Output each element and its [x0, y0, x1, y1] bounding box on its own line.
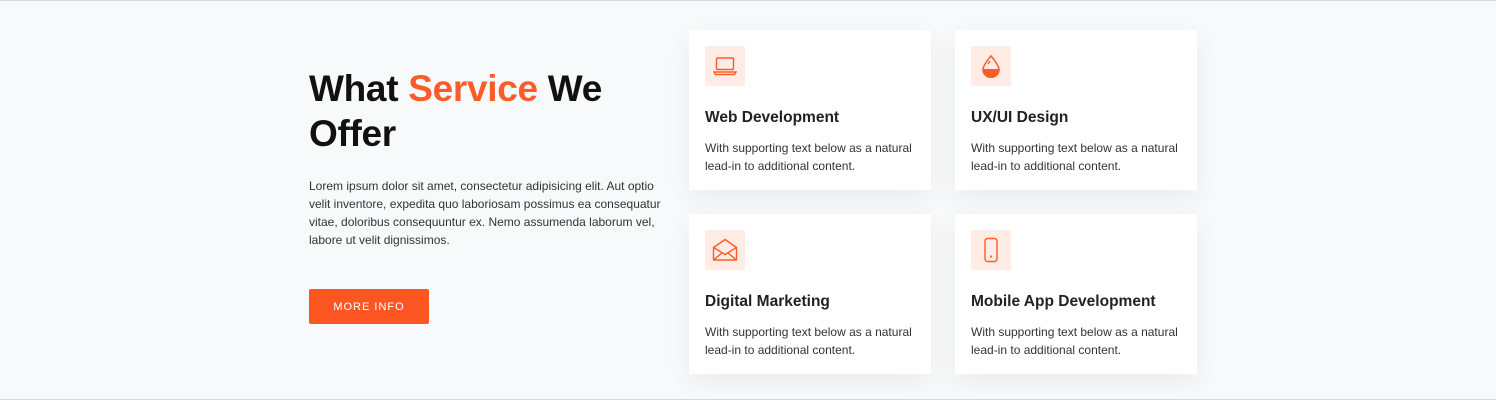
heading-part-1: What — [309, 68, 409, 109]
service-text: With supporting text below as a natural … — [705, 325, 912, 357]
droplet-icon — [971, 46, 1011, 86]
service-title: UX/UI Design — [971, 109, 1069, 126]
service-card-web-development[interactable]: Web Development With supporting text bel… — [689, 30, 931, 190]
laptop-icon — [705, 46, 745, 86]
heading-accent: Service — [408, 68, 538, 109]
service-text: With supporting text below as a natural … — [705, 141, 912, 173]
section-heading: What Service We Offer — [309, 66, 669, 156]
envelope-open-icon — [705, 230, 745, 270]
service-title: Mobile App Development — [971, 293, 1156, 310]
service-title: Web Development — [705, 109, 840, 126]
intro-block: What Service We Offer Lorem ipsum dolor … — [309, 66, 669, 249]
phone-icon — [971, 230, 1011, 270]
service-text: With supporting text below as a natural … — [971, 141, 1178, 173]
service-card-mobile-app-development[interactable]: Mobile App Development With supporting t… — [955, 214, 1197, 374]
service-card-ux-ui-design[interactable]: UX/UI Design With supporting text below … — [955, 30, 1197, 190]
service-text: With supporting text below as a natural … — [971, 325, 1178, 357]
section-description: Lorem ipsum dolor sit amet, consectetur … — [309, 179, 661, 247]
service-title: Digital Marketing — [705, 293, 830, 310]
service-card-digital-marketing[interactable]: Digital Marketing With supporting text b… — [689, 214, 931, 374]
more-info-button[interactable]: MORE INFO — [309, 289, 429, 324]
